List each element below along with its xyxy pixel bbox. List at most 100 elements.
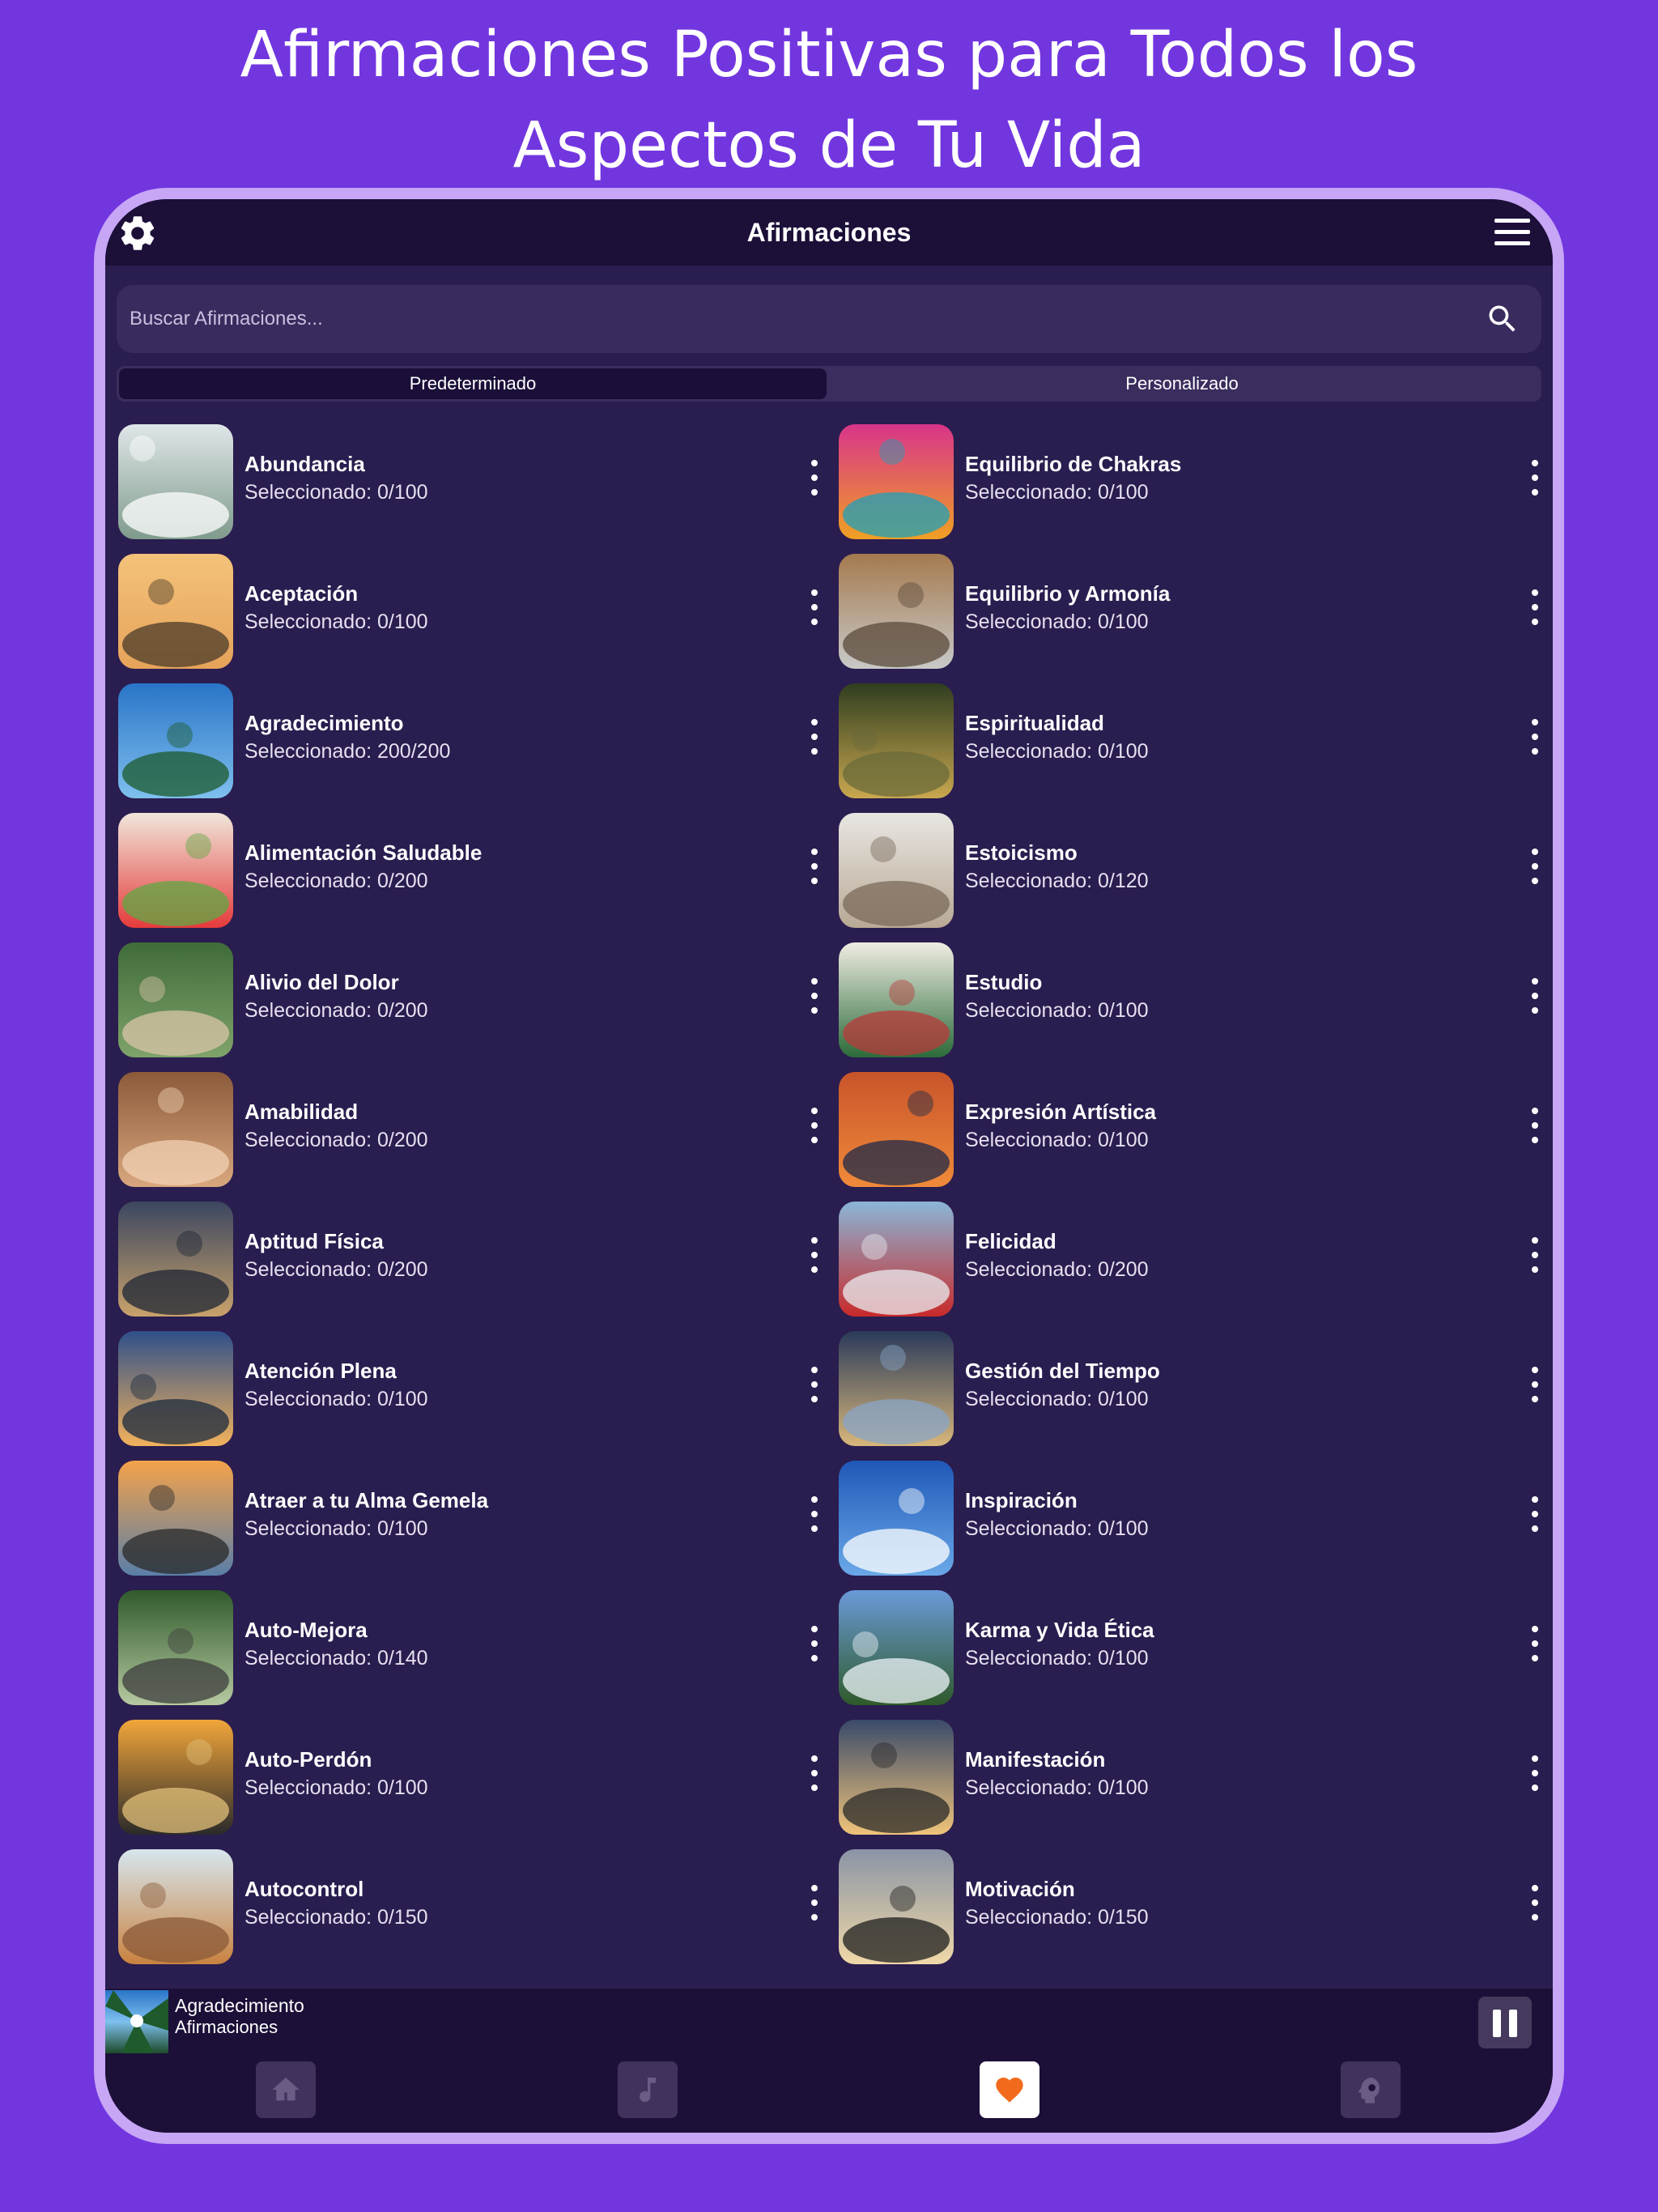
more-options-icon[interactable] — [798, 1490, 831, 1546]
category-item[interactable]: Auto-Mejora Seleccionado: 0/140 — [118, 1579, 831, 1708]
category-item[interactable]: Equilibrio y Armonía Seleccionado: 0/100 — [839, 542, 1551, 672]
category-item[interactable]: Estudio Seleccionado: 0/100 — [839, 931, 1551, 1061]
pause-icon-bar-right — [1509, 2010, 1517, 2037]
dot — [1532, 1108, 1538, 1114]
more-options-icon[interactable] — [1519, 453, 1551, 510]
category-item[interactable]: Atención Plena Seleccionado: 0/100 — [118, 1320, 831, 1449]
more-options-icon[interactable] — [1519, 1490, 1551, 1546]
category-item[interactable]: Espiritualidad Seleccionado: 0/100 — [839, 672, 1551, 802]
search-icon[interactable] — [1485, 301, 1520, 337]
category-item[interactable]: Manifestación Seleccionado: 0/100 — [839, 1708, 1551, 1838]
category-name: Espiritualidad — [965, 711, 1104, 735]
category-item[interactable]: Motivación Seleccionado: 0/150 — [839, 1838, 1551, 1967]
category-item[interactable]: Alimentación Saludable Seleccionado: 0/20… — [118, 802, 831, 931]
more-options-icon[interactable] — [798, 583, 831, 640]
more-options-icon[interactable] — [798, 1101, 831, 1158]
dot — [811, 1640, 818, 1647]
pause-button[interactable] — [1478, 1997, 1532, 2048]
dot — [1532, 604, 1538, 610]
category-item[interactable]: Equilibrio de Chakras Seleccionado: 0/100 — [839, 413, 1551, 542]
category-thumbnail — [839, 1849, 954, 1964]
now-playing-title: Agradecimiento — [175, 1995, 304, 2016]
more-options-icon[interactable] — [1519, 972, 1551, 1028]
category-item[interactable]: Karma y Vida Ética Seleccionado: 0/100 — [839, 1579, 1551, 1708]
category-thumbnail — [839, 1720, 954, 1835]
category-item[interactable]: Gestión del Tiempo Seleccionado: 0/100 — [839, 1320, 1551, 1449]
dot — [811, 604, 818, 610]
category-item[interactable]: Expresión Artística Seleccionado: 0/100 — [839, 1061, 1551, 1190]
more-options-icon[interactable] — [798, 1619, 831, 1676]
category-thumbnail — [118, 1720, 233, 1835]
more-options-icon[interactable] — [1519, 842, 1551, 899]
dot — [811, 993, 818, 999]
nav-home-button[interactable] — [256, 2061, 316, 2118]
tab-predeterminado[interactable]: Predeterminado — [119, 368, 827, 399]
dot — [811, 1367, 818, 1373]
dot — [1532, 863, 1538, 870]
more-options-icon[interactable] — [1519, 1749, 1551, 1806]
category-name: Alimentación Saludable — [244, 840, 483, 865]
dot — [1532, 878, 1538, 884]
more-options-icon[interactable] — [1519, 1619, 1551, 1676]
hamburger-menu-icon[interactable] — [1493, 215, 1532, 249]
dot — [1532, 1137, 1538, 1143]
category-item[interactable]: Autocontrol Seleccionado: 0/150 — [118, 1838, 831, 1967]
affirmation-category-list: Abundancia Seleccionado: 0/100 Aceptación S… — [105, 413, 1553, 2006]
dot — [1532, 993, 1538, 999]
more-options-icon[interactable] — [1519, 1231, 1551, 1287]
dot — [1532, 1381, 1538, 1388]
dot — [1532, 1784, 1538, 1791]
dot — [1532, 1626, 1538, 1632]
dot — [1532, 1655, 1538, 1661]
more-options-icon[interactable] — [1519, 583, 1551, 640]
category-item[interactable]: Atraer a tu Alma Gemela Seleccionado: 0/1… — [118, 1449, 831, 1579]
category-item[interactable]: Abundancia Seleccionado: 0/100 — [118, 413, 831, 542]
category-item[interactable]: Amabilidad Seleccionado: 0/200 — [118, 1061, 831, 1190]
dot — [811, 1252, 818, 1258]
dot — [811, 878, 818, 884]
category-item[interactable]: Inspiración Seleccionado: 0/100 — [839, 1449, 1551, 1579]
dot — [811, 1122, 818, 1129]
more-options-icon[interactable] — [798, 453, 831, 510]
now-playing-thumbnail[interactable] — [105, 1990, 168, 2053]
dot — [811, 474, 818, 481]
more-options-icon[interactable] — [1519, 1101, 1551, 1158]
dot — [811, 734, 818, 740]
more-options-icon[interactable] — [1519, 1360, 1551, 1417]
home-icon — [272, 2078, 300, 2101]
category-item[interactable]: Estoicismo Seleccionado: 0/120 — [839, 802, 1551, 931]
dot — [1532, 1266, 1538, 1273]
category-thumbnail — [118, 942, 233, 1057]
more-options-icon[interactable] — [798, 842, 831, 899]
more-options-icon[interactable] — [798, 1231, 831, 1287]
tablet-frame: Afirmaciones Predeterminado Personalizad… — [94, 188, 1564, 2144]
category-name: Agradecimiento — [244, 711, 404, 735]
nav-favorites-button[interactable] — [980, 2061, 1039, 2118]
category-item[interactable]: Auto-Perdón Seleccionado: 0/100 — [118, 1708, 831, 1838]
more-options-icon[interactable] — [798, 972, 831, 1028]
dot — [811, 619, 818, 625]
category-selected-count: Seleccionado: 0/100 — [244, 610, 428, 633]
category-item[interactable]: Felicidad Seleccionado: 0/200 — [839, 1190, 1551, 1320]
now-playing-subtitle: Afirmaciones — [175, 2017, 278, 2037]
nav-mind-button[interactable] — [1341, 2061, 1401, 2118]
tab-personalizado[interactable]: Personalizado — [828, 368, 1536, 399]
more-options-icon[interactable] — [1519, 1878, 1551, 1935]
more-options-icon[interactable] — [798, 713, 831, 769]
dot — [1532, 719, 1538, 725]
dot — [1532, 1396, 1538, 1402]
more-options-icon[interactable] — [798, 1360, 831, 1417]
category-name: Atraer a tu Alma Gemela — [244, 1488, 489, 1512]
category-item[interactable]: Agradecimiento Seleccionado: 200/200 — [118, 672, 831, 802]
category-item[interactable]: Alivio del Dolor Seleccionado: 0/200 — [118, 931, 831, 1061]
dot — [811, 1396, 818, 1402]
nav-music-button[interactable] — [618, 2061, 678, 2118]
category-name: Aceptación — [244, 581, 359, 606]
category-item[interactable]: Aptitud Física Seleccionado: 0/200 — [118, 1190, 831, 1320]
search-input[interactable] — [117, 285, 1473, 353]
category-item[interactable]: Aceptación Seleccionado: 0/100 — [118, 542, 831, 672]
more-options-icon[interactable] — [1519, 713, 1551, 769]
dot — [1532, 748, 1538, 755]
more-options-icon[interactable] — [798, 1749, 831, 1806]
more-options-icon[interactable] — [798, 1878, 831, 1935]
